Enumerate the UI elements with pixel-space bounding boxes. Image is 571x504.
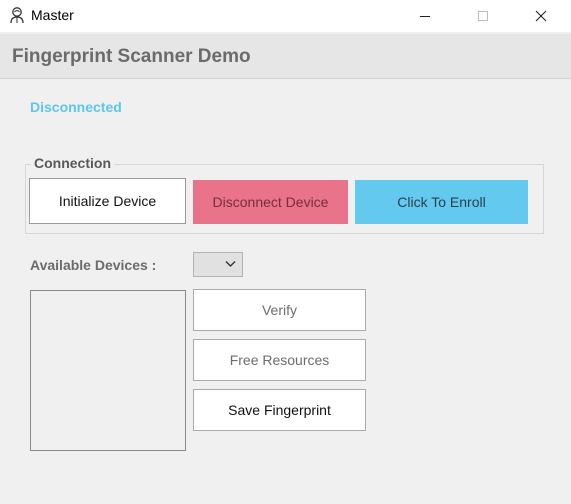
page-title: Fingerprint Scanner Demo	[12, 46, 251, 67]
maximize-icon	[478, 11, 488, 21]
app-icon	[8, 6, 26, 24]
header: Fingerprint Scanner Demo	[0, 34, 571, 79]
free-resources-button[interactable]: Free Resources	[193, 339, 366, 381]
verify-button[interactable]: Verify	[193, 289, 366, 331]
available-devices-label: Available Devices :	[30, 257, 157, 273]
minimize-icon	[420, 16, 430, 17]
chevron-down-icon	[225, 261, 236, 267]
available-devices-dropdown[interactable]	[193, 252, 243, 277]
close-icon	[535, 10, 547, 22]
close-button[interactable]	[518, 0, 564, 32]
initialize-device-button[interactable]: Initialize Device	[29, 178, 186, 224]
disconnect-device-button[interactable]: Disconnect Device	[193, 180, 348, 224]
save-fingerprint-button[interactable]: Save Fingerprint	[193, 389, 366, 431]
status-label: Disconnected	[30, 99, 122, 115]
enroll-button[interactable]: Click To Enroll	[355, 180, 528, 224]
connection-group-label: Connection	[31, 155, 114, 171]
title-bar: Master	[0, 0, 571, 32]
minimize-button[interactable]	[402, 0, 448, 32]
fingerprint-image-box	[30, 290, 186, 451]
maximize-button[interactable]	[460, 0, 506, 32]
window-title: Master	[31, 7, 74, 23]
